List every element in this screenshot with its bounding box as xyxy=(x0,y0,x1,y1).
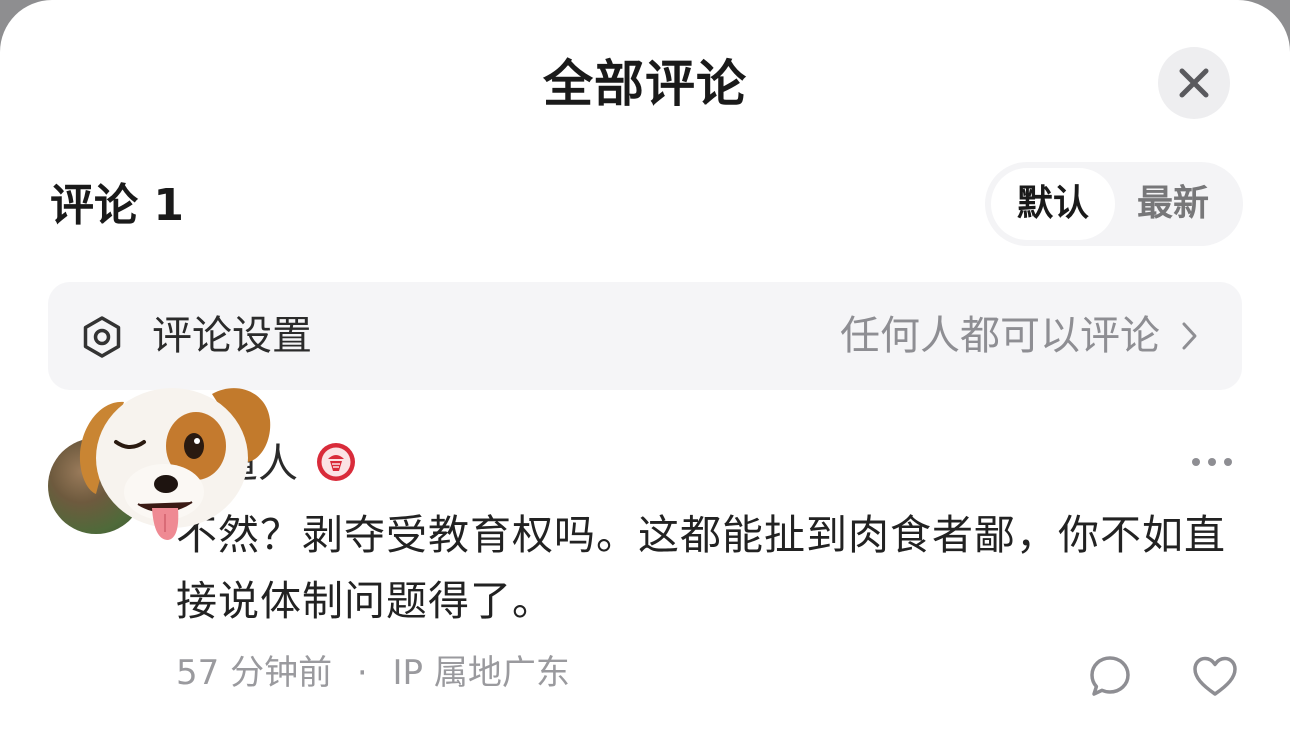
comments-sheet: 全部评论 评论 1 默认 最新 评论设置 任何人都可以评论 道人 不然？剥夺受教… xyxy=(0,0,1290,755)
sort-option-latest[interactable]: 最新 xyxy=(1111,168,1235,240)
settings-value: 任何人都可以评论 xyxy=(840,313,1160,359)
page-title: 全部评论 xyxy=(543,55,747,113)
reply-icon[interactable] xyxy=(1088,654,1132,698)
settings-label: 评论设置 xyxy=(152,313,312,359)
heart-icon[interactable] xyxy=(1192,655,1238,697)
sort-toggle: 默认 最新 xyxy=(985,162,1243,246)
dog-memoji-sticker xyxy=(79,388,271,540)
comment-text: 不然？剥夺受教育权吗。这都能扯到肉食者鄙，你不如直接说体制问题得了。 xyxy=(176,511,1226,625)
close-icon xyxy=(1179,68,1209,98)
sort-option-default[interactable]: 默认 xyxy=(991,168,1115,240)
comment-meta: 57 分钟前 · IP 属地广东 xyxy=(176,650,570,696)
close-button[interactable] xyxy=(1158,47,1230,119)
comment-location: IP 属地广东 xyxy=(392,653,570,693)
comment-time: 57 分钟前 xyxy=(176,653,333,693)
meta-separator: · xyxy=(356,653,368,693)
more-icon[interactable] xyxy=(1190,452,1234,472)
chevron-right-icon xyxy=(1182,322,1197,350)
settings-icon xyxy=(83,316,121,358)
comment-count-label: 评论 1 xyxy=(50,180,184,231)
level-badge-icon xyxy=(317,443,355,481)
